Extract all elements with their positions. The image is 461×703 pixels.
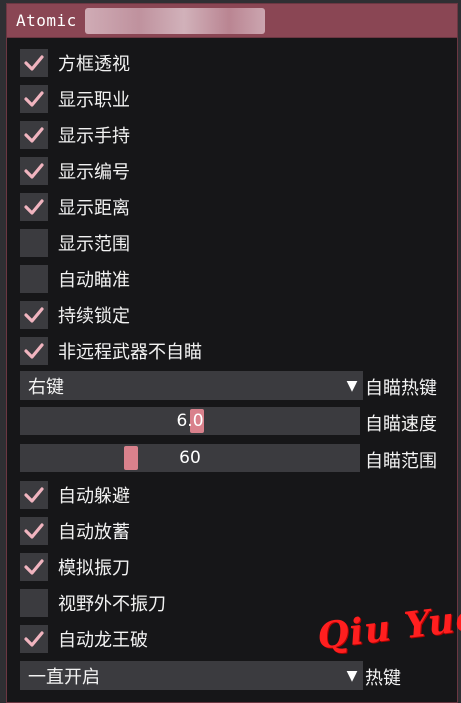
aim-range-slider[interactable]: 60: [20, 444, 360, 472]
checkbox-label: 自动放蓄: [58, 522, 130, 543]
checkmark-icon: [24, 306, 44, 324]
aim-speed-label: 自瞄速度: [365, 414, 437, 435]
checkmark-icon: [24, 486, 44, 504]
checkbox-row[interactable]: 自动龙王破: [20, 625, 148, 653]
checkbox-label: 显示编号: [58, 162, 130, 183]
checkbox-label: 自动瞄准: [58, 270, 130, 291]
checkbox[interactable]: [20, 589, 48, 617]
checkbox-row[interactable]: 视野外不振刀: [20, 589, 166, 617]
checkbox-row[interactable]: 显示距离: [20, 193, 130, 221]
checkmark-icon: [24, 162, 44, 180]
checkmark-icon: [24, 342, 44, 360]
checkbox-label: 自动龙王破: [58, 630, 148, 651]
aim-hotkey-combo[interactable]: 右键 ▼: [20, 371, 363, 400]
checkbox-label: 自动躲避: [58, 486, 130, 507]
hotkey-label: 热键: [365, 668, 401, 689]
hotkey-combo[interactable]: 一直开启 ▼: [20, 661, 363, 690]
window-title: Atomic: [16, 11, 77, 30]
aim-speed-value: 6.0: [176, 411, 204, 431]
checkbox-label: 显示距离: [58, 198, 130, 219]
aim-range-value: 60: [179, 448, 201, 468]
checkbox-row[interactable]: 显示手持: [20, 121, 130, 149]
checkbox[interactable]: [20, 625, 48, 653]
checkbox[interactable]: [20, 121, 48, 149]
checkbox[interactable]: [20, 85, 48, 113]
checkbox-label: 方框透视: [58, 54, 130, 75]
checkbox[interactable]: [20, 481, 48, 509]
checkmark-icon: [24, 198, 44, 216]
aim-hotkey-label: 自瞄热键: [365, 378, 437, 399]
checkbox[interactable]: [20, 49, 48, 77]
triangle-down-icon[interactable]: ▼: [341, 371, 363, 400]
title-bar[interactable]: Atomic: [7, 4, 457, 38]
checkbox-row[interactable]: 持续锁定: [20, 301, 130, 329]
aim-range-label: 自瞄范围: [365, 451, 437, 472]
checkbox[interactable]: [20, 553, 48, 581]
checkbox-label: 模拟振刀: [58, 558, 130, 579]
checkmark-icon: [24, 558, 44, 576]
checkbox-row[interactable]: 自动躲避: [20, 481, 130, 509]
checkbox-label: 显示职业: [58, 90, 130, 111]
checkbox-label: 显示手持: [58, 126, 130, 147]
hotkey-value: 一直开启: [28, 666, 100, 688]
checkbox-row[interactable]: 模拟振刀: [20, 553, 130, 581]
checkbox-label: 持续锁定: [58, 306, 130, 327]
checkmark-icon: [24, 522, 44, 540]
checkbox-row[interactable]: 非远程武器不自瞄: [20, 337, 202, 365]
aim-speed-slider[interactable]: 6.0: [20, 407, 360, 435]
aim-hotkey-value: 右键: [28, 376, 64, 398]
checkbox-row[interactable]: 显示范围: [20, 229, 130, 257]
checkbox[interactable]: [20, 517, 48, 545]
checkbox-label: 显示范围: [58, 234, 130, 255]
checkbox-row[interactable]: 显示职业: [20, 85, 130, 113]
checkbox[interactable]: [20, 157, 48, 185]
checkmark-icon: [24, 54, 44, 72]
checkmark-icon: [24, 630, 44, 648]
triangle-down-icon[interactable]: ▼: [341, 661, 363, 690]
checkbox-row[interactable]: 方框透视: [20, 49, 130, 77]
checkbox[interactable]: [20, 301, 48, 329]
checkbox[interactable]: [20, 193, 48, 221]
checkbox-row[interactable]: 自动瞄准: [20, 265, 130, 293]
checkbox[interactable]: [20, 265, 48, 293]
checkmark-icon: [24, 126, 44, 144]
checkbox-label: 非远程武器不自瞄: [58, 342, 202, 363]
checkmark-icon: [24, 90, 44, 108]
overlay-window: Atomic 方框透视显示职业显示手持显示编号显示距离显示范围自动瞄准持续锁定非…: [6, 3, 458, 703]
redacted-region: [84, 7, 265, 34]
checkbox-row[interactable]: 自动放蓄: [20, 517, 130, 545]
checkbox[interactable]: [20, 337, 48, 365]
checkbox-label: 视野外不振刀: [58, 594, 166, 615]
checkbox[interactable]: [20, 229, 48, 257]
checkbox-row[interactable]: 显示编号: [20, 157, 130, 185]
